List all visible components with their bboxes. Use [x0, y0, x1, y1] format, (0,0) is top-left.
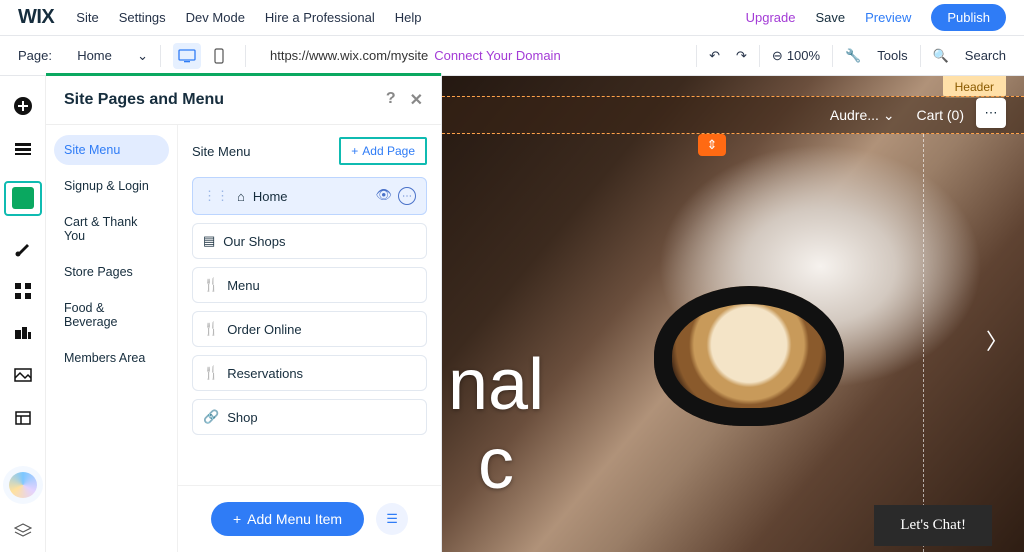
page-label: Reservations: [227, 366, 303, 381]
media-button[interactable]: [12, 365, 34, 385]
menu-settings-button[interactable]: ☰: [376, 503, 408, 535]
url-text: https://www.wix.com/mysite: [270, 48, 428, 63]
desktop-icon: [178, 49, 196, 63]
zoom-value: 100%: [787, 48, 820, 63]
hero-line-2: c: [478, 425, 544, 504]
header-badge: Header: [943, 76, 1006, 98]
undo-button[interactable]: ↶: [709, 48, 720, 64]
wrench-icon: 🔧: [845, 48, 861, 64]
menu-site[interactable]: Site: [76, 10, 98, 25]
page-label: Menu: [227, 278, 260, 293]
site-preview-canvas[interactable]: Header Audre... ⌄ Cart (0) ⋯ ⇕ nal c 〉 L…: [442, 76, 1024, 552]
publish-button[interactable]: Publish: [931, 4, 1006, 31]
search-label: Search: [965, 48, 1006, 63]
page-label: Order Online: [227, 322, 301, 337]
hero-heading: nal c: [448, 346, 544, 504]
site-menu-heading: Site Menu: [192, 144, 251, 159]
page-item-shop[interactable]: 🔗 Shop: [192, 399, 427, 435]
cart-link[interactable]: Cart (0): [917, 107, 964, 123]
link-icon: 🔗: [203, 409, 219, 425]
page-icon: ▤: [203, 233, 215, 249]
ai-assistant-button[interactable]: [9, 472, 37, 498]
save-button[interactable]: Save: [815, 10, 845, 25]
sidebar-item-cart-thankyou[interactable]: Cart & Thank You: [54, 207, 169, 251]
page-item-home[interactable]: ⋮⋮ ⌂ Home 👁 ⋯: [192, 177, 427, 215]
url-bar[interactable]: https://www.wix.com/mysite Connect Your …: [258, 48, 684, 63]
menu-help[interactable]: Help: [395, 10, 422, 25]
page-item-menu[interactable]: 🍴 Menu: [192, 267, 427, 303]
sidebar-item-members-area[interactable]: Members Area: [54, 343, 169, 373]
tools-label: Tools: [877, 48, 907, 63]
upgrade-link[interactable]: Upgrade: [746, 10, 796, 25]
pages-icon: [12, 187, 34, 209]
mobile-view-button[interactable]: [205, 43, 233, 69]
wix-logo: WIX: [18, 6, 54, 29]
hide-page-icon[interactable]: 👁: [375, 187, 392, 205]
hero-image: [654, 286, 844, 426]
plus-icon: +: [233, 511, 241, 527]
sidebar-item-store-pages[interactable]: Store Pages: [54, 257, 169, 287]
drag-handle-icon[interactable]: ⋮⋮: [203, 188, 229, 204]
design-button[interactable]: [12, 238, 34, 258]
zoom-out-icon: ⊖: [772, 48, 783, 64]
menu-devmode[interactable]: Dev Mode: [186, 10, 245, 25]
chevron-down-icon: ⌄: [137, 48, 148, 64]
add-menu-item-label: Add Menu Item: [247, 511, 342, 527]
page-item-our-shops[interactable]: ▤ Our Shops: [192, 223, 427, 259]
add-page-button[interactable]: + Add Page: [339, 137, 427, 165]
add-menu-item-button[interactable]: + Add Menu Item: [211, 502, 364, 536]
search-icon: 🔍: [933, 48, 949, 64]
business-button[interactable]: [12, 323, 34, 343]
page-label: Shop: [227, 410, 257, 425]
add-page-label: Add Page: [362, 144, 415, 158]
close-panel-button[interactable]: ✕: [410, 90, 423, 110]
chat-widget[interactable]: Let's Chat!: [874, 505, 992, 546]
zoom-control[interactable]: ⊖ 100%: [772, 48, 820, 64]
home-icon: ⌂: [237, 189, 245, 204]
add-element-button[interactable]: [12, 96, 34, 116]
carousel-next-button[interactable]: 〉: [986, 324, 1008, 356]
section-resize-handle[interactable]: ⇕: [698, 134, 726, 156]
layers-button[interactable]: [12, 520, 34, 540]
redo-button[interactable]: ↷: [736, 48, 747, 64]
menu-settings-icon: ☰: [386, 511, 398, 527]
page-label: Our Shops: [223, 234, 285, 249]
page-item-order-online[interactable]: 🍴 Order Online: [192, 311, 427, 347]
connect-domain-link[interactable]: Connect Your Domain: [434, 48, 560, 63]
page-actions-button[interactable]: ⋯: [398, 187, 416, 205]
preview-button[interactable]: Preview: [865, 10, 911, 25]
menu-hire[interactable]: Hire a Professional: [265, 10, 375, 25]
apps-button[interactable]: [12, 280, 34, 300]
fork-icon: 🍴: [203, 277, 219, 293]
header-options-button[interactable]: ⋯: [976, 98, 1006, 128]
content-button[interactable]: [12, 407, 34, 427]
nav-user-dropdown[interactable]: Audre... ⌄: [830, 107, 895, 124]
plus-icon: +: [351, 144, 358, 158]
page-selector[interactable]: Page: Home ⌄: [18, 48, 148, 64]
fork-icon: 🍴: [203, 321, 219, 337]
fork-icon: 🍴: [203, 365, 219, 381]
sidebar-item-site-menu[interactable]: Site Menu: [54, 135, 169, 165]
page-label: Home: [253, 189, 288, 204]
canvas-guide-line: [923, 134, 924, 552]
site-header[interactable]: Audre... ⌄ Cart (0): [442, 96, 1024, 134]
sidebar-item-food-beverage[interactable]: Food & Beverage: [54, 293, 169, 337]
tools-button[interactable]: 🔧 Tools: [845, 48, 908, 64]
sidebar-item-signup-login[interactable]: Signup & Login: [54, 171, 169, 201]
mobile-icon: [214, 48, 224, 64]
page-current: Home: [77, 48, 112, 63]
desktop-view-button[interactable]: [173, 43, 201, 69]
page-item-reservations[interactable]: 🍴 Reservations: [192, 355, 427, 391]
help-button[interactable]: ?: [386, 90, 396, 110]
search-button[interactable]: 🔍 Search: [933, 48, 1006, 64]
chevron-down-icon: ⌄: [883, 107, 895, 123]
sections-button[interactable]: [12, 138, 34, 158]
panel-title: Site Pages and Menu: [64, 91, 224, 109]
menu-settings[interactable]: Settings: [119, 10, 166, 25]
pages-menu-button[interactable]: [4, 181, 42, 216]
nav-user-label: Audre...: [830, 107, 879, 123]
hero-line-1: nal: [448, 346, 544, 425]
page-label: Page:: [18, 48, 52, 63]
